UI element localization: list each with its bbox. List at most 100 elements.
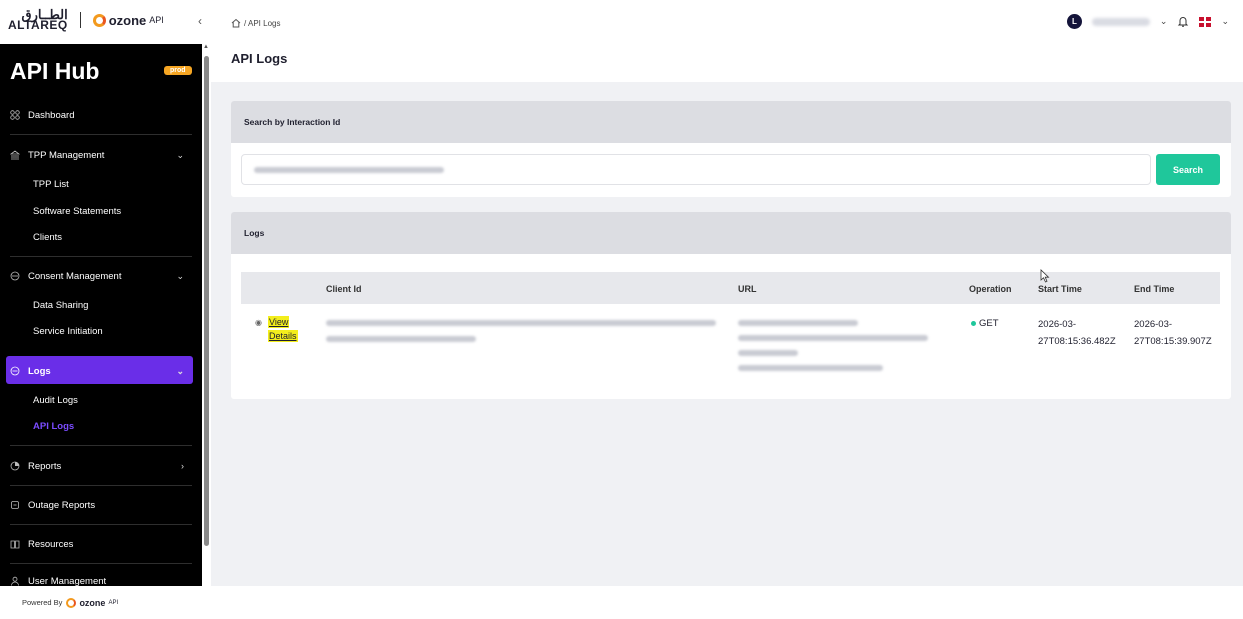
chevron-right-icon: › [181,461,184,471]
logo-divider [79,12,81,28]
resources-icon [10,540,20,549]
operation-cell: GET [971,318,999,329]
user-icon [11,576,19,586]
start-time-cell: 2026-03- 27T08:15:36.482Z [1038,316,1116,350]
sidebar-sub-clients[interactable]: Clients [33,232,62,243]
ozone-logo: ozone API [92,12,164,28]
altareq-latin: ALTAREQ [8,18,68,32]
sidebar-item-dashboard[interactable]: Dashboard [10,105,192,125]
altareq-logo: الطــارق ALTAREQ [8,8,68,32]
sidebar-item-label: Dashboard [28,109,75,121]
ozone-word: ozone [108,12,147,28]
reports-icon [10,461,20,471]
search-card-title: Search by Interaction Id [231,101,1231,143]
avatar[interactable]: L [1066,14,1082,29]
sidebar-divider [10,134,192,135]
interaction-id-value-blurred [254,166,444,173]
logs-card: Logs Client Id URL Operation Start Time … [231,212,1231,399]
sidebar-divider [10,445,192,446]
sidebar-item-label: User Management [28,575,107,587]
footer-ozone-word: ozone [79,597,106,608]
footer-ozone-api: API [108,599,119,606]
page-title: API Logs [231,51,288,66]
sidebar: API Hub prod Dashboard TPP Management ⌄ … [0,44,202,586]
sidebar-item-logs[interactable]: Logs ⌄ [10,361,192,381]
column-operation: Operation [969,284,1012,294]
view-details-link[interactable]: Details [268,330,298,342]
sidebar-sub-audit-logs[interactable]: Audit Logs [33,395,78,406]
footer: Powered By ozone API [0,586,1243,619]
brand-logos: الطــارق ALTAREQ ozone API [8,6,208,34]
sidebar-divider [10,524,192,525]
sidebar-scrollbar-thumb[interactable] [204,56,209,546]
mouse-cursor-icon [1040,269,1050,283]
logs-icon [10,366,20,376]
chevron-down-icon[interactable]: ⌄ [1160,16,1168,27]
logs-card-title: Logs [231,212,1231,254]
top-bar: الطــارق ALTAREQ ozone API ‹ / API Logs … [0,0,1243,38]
sidebar-item-tpp-management[interactable]: TPP Management ⌄ [10,145,192,165]
sidebar-title: API Hub [10,58,100,84]
sidebar-sub-software-statements[interactable]: Software Statements [33,206,121,217]
column-start-time: Start Time [1038,284,1082,294]
scroll-up-icon[interactable]: ▲ [203,44,209,50]
sidebar-item-consent-management[interactable]: Consent Management ⌄ [10,266,192,286]
logs-table-header: Client Id URL Operation Start Time End T… [241,272,1220,304]
bank-icon [10,150,20,160]
end-time-line1: 2026-03- [1134,319,1173,330]
column-url: URL [738,284,757,294]
sidebar-item-label: Outage Reports [28,499,96,511]
column-end-time: End Time [1134,284,1175,294]
main-content: API Logs Search by Interaction Id Search… [211,38,1243,586]
breadcrumb-current: / API Logs [244,18,281,28]
table-row: ◉ View Details GET 2026-03- 27T08:15:36.… [241,304,1220,384]
chevron-down-icon: ⌄ [176,365,184,376]
ozone-ring-icon [92,13,106,27]
chevron-down-icon: ⌄ [176,270,184,281]
chevron-down-icon: ⌄ [176,149,184,160]
status-dot [971,321,976,326]
view-details-link[interactable]: View [268,316,290,328]
sidebar-item-label: TPP Management [28,149,105,161]
dashboard-icon [10,110,20,120]
consent-icon [10,271,20,281]
end-time-line2: 27T08:15:39.907Z [1134,336,1212,347]
sidebar-item-label: Resources [28,538,74,550]
start-time-line1: 2026-03- [1038,319,1077,330]
sidebar-sub-tpp-list[interactable]: TPP List [33,179,69,190]
page-header: API Logs [211,38,1243,82]
username-blurred[interactable] [1091,17,1150,26]
sidebar-sub-api-logs[interactable]: API Logs [33,421,74,432]
sidebar-item-reports[interactable]: Reports › [10,456,192,476]
sidebar-divider [10,485,192,486]
sidebar-sub-service-initiation[interactable]: Service Initiation [33,326,103,337]
footer-ozone-logo: ozone API [66,597,119,608]
powered-by-text: Powered By [22,598,63,607]
eye-icon: ◉ [255,318,262,327]
sidebar-divider [10,563,192,564]
search-card: Search by Interaction Id Search [231,101,1231,197]
ozone-ring-icon [66,597,77,608]
user-area: L ⌄ ⌄ [1066,14,1229,29]
collapse-sidebar-icon[interactable]: ‹ [198,14,202,28]
search-button[interactable]: Search [1156,154,1220,185]
sidebar-sub-data-sharing[interactable]: Data Sharing [33,300,88,311]
sidebar-item-label: Reports [28,460,62,472]
sidebar-item-user-management[interactable]: User Management [10,571,192,586]
start-time-line2: 27T08:15:36.482Z [1038,336,1116,347]
uk-flag-icon[interactable] [1199,16,1212,27]
home-icon[interactable] [231,18,241,28]
end-time-cell: 2026-03- 27T08:15:39.907Z [1134,316,1212,350]
interaction-id-input[interactable] [241,154,1151,185]
env-badge: prod [164,66,192,75]
sidebar-item-outage-reports[interactable]: Outage Reports [10,495,192,515]
outage-icon [11,501,19,509]
bell-icon[interactable] [1177,15,1189,28]
operation-method: GET [979,318,999,329]
sidebar-item-resources[interactable]: Resources [10,534,192,554]
sidebar-item-label: Logs [28,365,51,377]
column-client-id: Client Id [326,284,362,294]
language-chevron-down-icon[interactable]: ⌄ [1221,16,1229,27]
ozone-api: API [149,15,164,25]
breadcrumb: / API Logs [231,18,280,28]
